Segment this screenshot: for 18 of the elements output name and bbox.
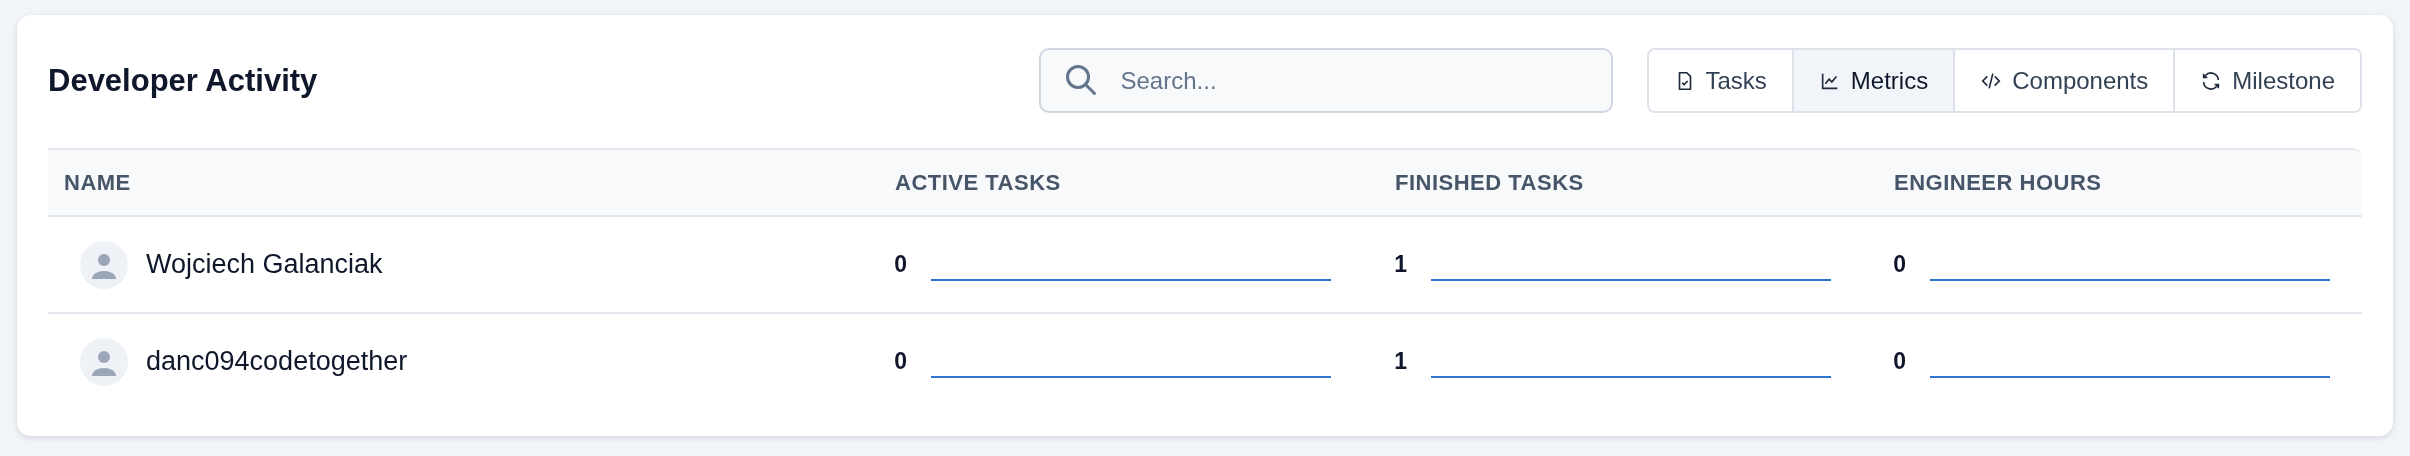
user-name: danc094codetogether [146,346,408,377]
page-title: Developer Activity [48,62,319,99]
column-header: ACTIVE TASKS [894,169,1062,196]
metric-value: 0 [1892,348,1906,375]
search-field[interactable]: Search... [1038,48,1613,113]
avatar-icon [80,240,128,289]
metric-value: 0 [893,348,907,375]
metric-value: 0 [893,251,907,278]
column-header: FINISHED TASKS [1394,169,1585,196]
metric-value: 1 [1393,251,1407,278]
tab[interactable]: Metrics [1791,50,1954,111]
metric-value: 1 [1393,348,1407,375]
avatar-icon [80,337,128,386]
metric-value: 0 [1892,251,1906,278]
column-header: NAME [63,169,132,196]
tab[interactable]: Milestone [2173,50,2360,111]
column-header: ENGINEER HOURS [1893,169,2103,196]
user-name: Wojciech Galanciak [146,249,383,280]
